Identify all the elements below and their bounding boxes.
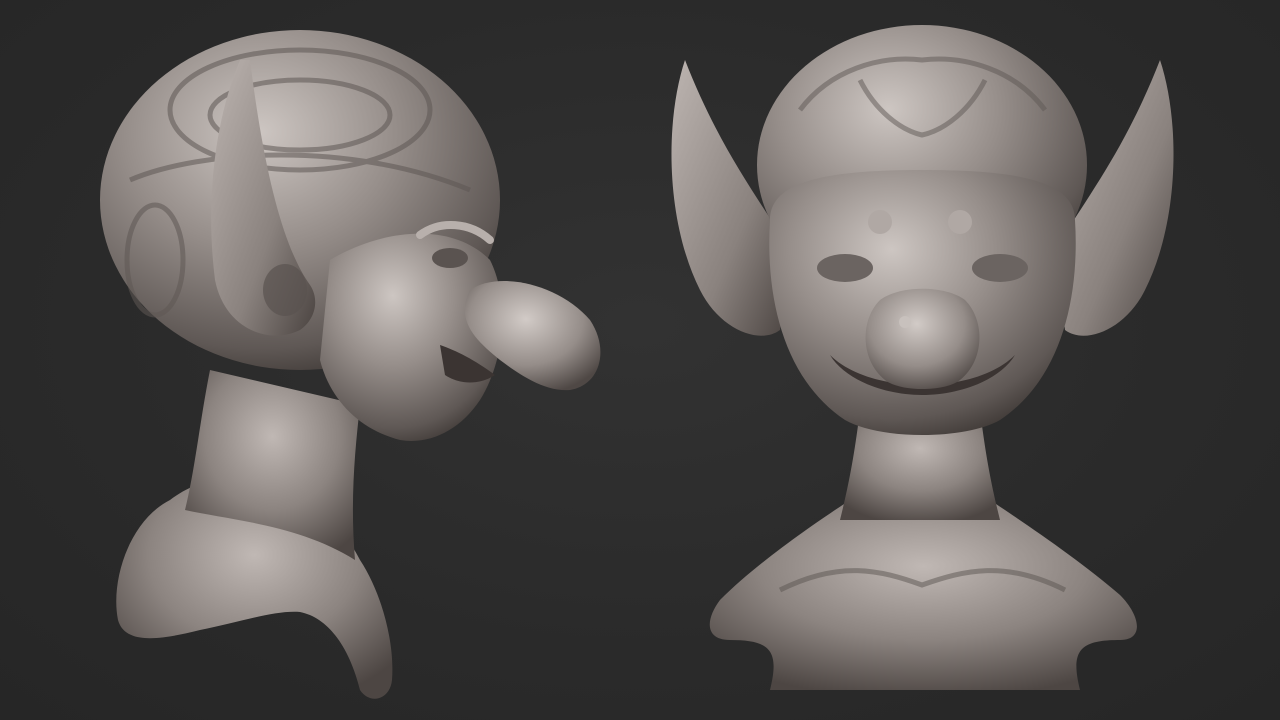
side-eye (432, 248, 468, 268)
sculpt-render (100, 25, 1174, 699)
front-shoulders (709, 500, 1137, 690)
front-nose (865, 288, 980, 389)
front-eye-left (817, 254, 873, 282)
front-brow-bump-left (868, 210, 892, 234)
goblin-front-view (671, 25, 1174, 690)
sculpt-viewport (0, 0, 1280, 720)
front-nose-bump (899, 316, 911, 328)
goblin-side-view (100, 30, 601, 699)
front-brow-bump-right (948, 210, 972, 234)
front-eye-right (972, 254, 1028, 282)
side-ear-inner (263, 264, 307, 316)
